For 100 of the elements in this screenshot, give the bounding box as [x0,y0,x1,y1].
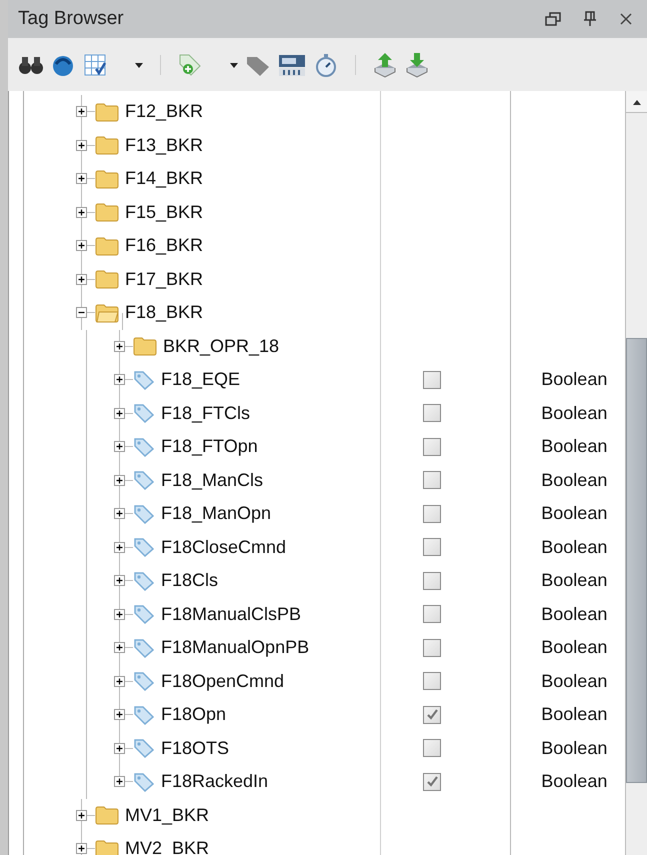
data-type: Boolean [541,402,608,425]
expand-icon[interactable] [114,441,125,452]
expand-icon[interactable] [76,274,87,285]
data-type: Boolean [541,770,608,794]
checkbox[interactable] [423,404,442,422]
folder-icon [95,838,119,855]
expand-icon[interactable] [114,742,125,754]
tag-icon [133,470,155,490]
folder-icon [95,135,119,156]
expand-icon[interactable] [76,206,87,218]
data-type: Boolean [541,602,608,626]
tree-item-label[interactable]: F18_FTOpn [161,433,258,460]
tree-item-label[interactable]: F18ManualOpnPB [161,634,310,662]
tag-icon [133,504,155,524]
tree-item-label[interactable]: F18_ManOpn [161,500,272,528]
tree-item-label[interactable]: F18_FTCls [161,400,250,427]
folder-icon [95,168,119,189]
export-icon[interactable] [404,52,430,78]
expand-icon[interactable] [76,173,87,184]
window-title: Tag Browser [18,6,124,31]
expand-icon[interactable] [114,575,125,586]
data-type: Boolean [541,670,608,693]
tree-item-label[interactable]: F18RackedIn [161,768,268,796]
data-type: Boolean [541,468,608,492]
tag-icon [133,772,155,792]
scroll-up-icon[interactable] [632,98,642,106]
tree-item-label[interactable]: F12_BKR [125,98,204,126]
tree-item-label[interactable]: F18OpenCmnd [161,668,284,695]
expand-icon[interactable] [114,676,125,687]
pin-icon[interactable] [583,11,597,27]
folder-icon [95,202,119,222]
expand-icon[interactable] [76,240,87,252]
tree-item-label[interactable]: F18CloseCmnd [161,534,286,561]
grid-check-icon[interactable] [82,52,108,78]
collapse-icon[interactable] [76,307,87,318]
checkbox[interactable] [423,739,442,758]
tree-item-label[interactable]: MV2_BKR [125,835,210,855]
tree-item-label[interactable]: F18Opn [161,701,226,728]
scrollbar[interactable] [625,91,647,855]
expand-icon[interactable] [114,642,125,654]
checkbox[interactable] [423,370,442,389]
expand-icon[interactable] [114,508,125,520]
folder-icon [95,102,119,122]
tag-icon [133,570,155,591]
data-type: Boolean [541,368,608,392]
checkbox[interactable] [423,504,442,523]
expand-icon[interactable] [114,709,125,720]
folder-icon [133,336,157,356]
data-type: Boolean [541,502,608,526]
expand-icon[interactable] [114,542,125,553]
expand-icon[interactable] [76,106,87,118]
tree-item-label[interactable]: MV1_BKR [125,802,210,829]
expand-icon[interactable] [76,810,87,821]
tree-item-label[interactable]: BKR_OPR_18 [163,332,280,360]
expand-icon[interactable] [114,340,125,352]
tree-item-label[interactable]: F18_EQE [161,366,240,394]
tree-item-label[interactable]: F18OTS [161,734,230,762]
tree-item-label[interactable]: F14_BKR [125,165,204,192]
data-type: Boolean [541,736,608,760]
tree-item-label[interactable]: F18ManualClsPB [161,600,302,628]
expand-icon[interactable] [114,408,125,419]
folder-icon [95,269,119,290]
checkmark-icon [426,775,439,788]
tree-item-label[interactable]: F16_BKR [125,232,204,260]
stopwatch-icon[interactable] [313,52,339,78]
close-icon[interactable] [619,12,633,26]
expand-icon[interactable] [76,843,87,854]
expand-icon[interactable] [114,474,125,486]
checkbox[interactable] [423,538,442,556]
tree-item-label[interactable]: F17_BKR [125,266,204,293]
expand-icon[interactable] [114,608,125,620]
tree-item-label[interactable]: F13_BKR [125,132,204,159]
expand-icon[interactable] [114,776,125,788]
tag-icon [133,403,155,424]
checkbox[interactable] [423,605,442,624]
data-type: Boolean [541,536,608,559]
checkbox[interactable] [423,471,442,490]
checkmark-icon [426,708,439,722]
checkbox[interactable] [423,438,442,456]
tag-icon [133,537,155,558]
tag-icon [133,436,155,457]
tag-icon [133,370,155,390]
add-tag-icon[interactable] [177,52,203,78]
tree-item-label[interactable]: F18Cls [161,567,218,594]
tag-icon [133,638,155,658]
checkbox[interactable] [423,572,442,590]
checkbox[interactable] [423,772,442,791]
tree-item-label[interactable]: F18_ManCls [161,466,264,494]
expand-icon[interactable] [76,140,87,151]
tree-item-label[interactable]: F15_BKR [125,198,204,226]
tree-item-label[interactable]: F18_BKR [125,299,204,326]
checkbox[interactable] [423,706,442,724]
data-type: Boolean [541,569,608,592]
checkbox[interactable] [423,672,442,690]
folder-icon [95,805,119,826]
checkbox[interactable] [423,638,442,657]
import-icon[interactable] [372,52,398,78]
data-type: Boolean [541,636,608,660]
restore-icon[interactable] [545,11,561,27]
expand-icon[interactable] [114,374,125,386]
